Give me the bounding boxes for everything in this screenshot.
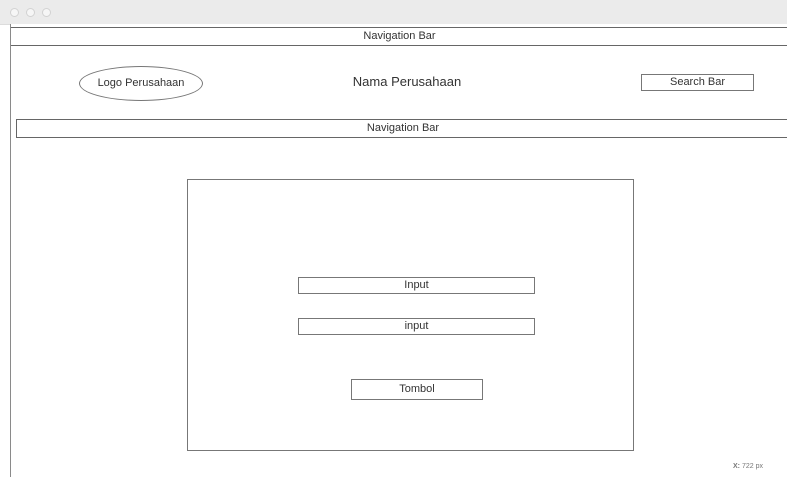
close-dot-icon[interactable] [10, 8, 19, 17]
company-name: Nama Perusahaan [352, 74, 462, 89]
zoom-dot-icon[interactable] [42, 8, 51, 17]
coord-value: 722 px [741, 463, 763, 470]
window-titlebar [0, 0, 787, 25]
submit-button[interactable]: Tombol [351, 379, 483, 400]
company-logo[interactable]: Logo Perusahaan [79, 66, 203, 101]
cursor-coordinate-readout: X: 722 px [733, 463, 763, 470]
coord-axis-label: X: [733, 463, 740, 470]
form-card: Input input Tombol [187, 179, 634, 451]
minimize-dot-icon[interactable] [26, 8, 35, 17]
secondary-navigation-bar[interactable]: Navigation Bar [16, 119, 787, 138]
input-field-2[interactable]: input [298, 318, 535, 335]
search-bar[interactable]: Search Bar [641, 74, 754, 91]
top-navigation-bar[interactable]: Navigation Bar [11, 27, 787, 46]
input-field-1[interactable]: Input [298, 277, 535, 294]
wireframe-canvas: Navigation Bar Logo Perusahaan Nama Peru… [10, 24, 787, 477]
